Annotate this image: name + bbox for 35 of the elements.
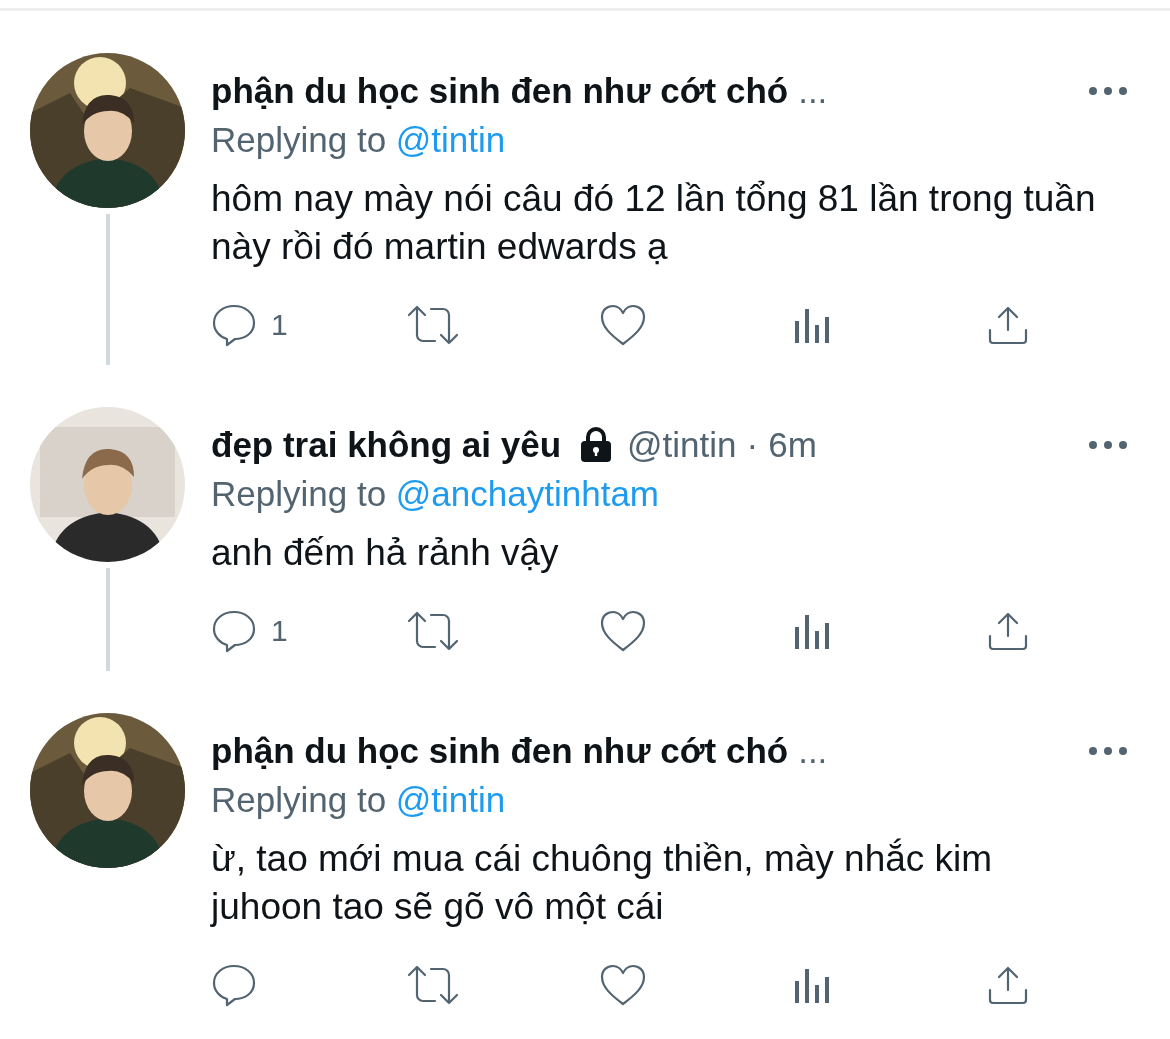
more-icon[interactable] [1088,440,1128,450]
mention-link[interactable]: @anchaytinhtam [395,474,659,513]
reply-button[interactable]: 1 [211,607,288,655]
mention-link[interactable]: @tintin [395,780,506,819]
user-name: phận du học sinh đen như cớt chó [211,70,789,112]
user-name: phận du học sinh đen như cớt chó [211,730,789,772]
share-icon [987,610,1029,652]
name-ellipsis: ... [798,70,828,112]
user-handle: @tintin [627,424,737,466]
tweet-text: ừ, tao mới mua cái chuông thiền, mày nhắc kim juhoon tao sẽ gõ vô một cái [211,837,994,929]
retweet-icon [405,963,461,1007]
retweet-icon [405,609,461,653]
replying-to-label: Replying to [211,474,387,513]
separator: · [746,424,759,466]
timestamp: 6m [768,424,817,466]
name-ellipsis: ... [798,730,828,772]
lock-icon [579,427,614,463]
heart-icon [599,609,647,653]
heart-icon [599,963,647,1007]
share-icon [987,964,1029,1006]
heart-icon [599,303,647,347]
mention-link[interactable]: @tintin [395,120,506,159]
reply-icon [211,303,257,347]
more-icon[interactable] [1088,86,1128,96]
retweet-icon [405,303,461,347]
tweet-text: hôm nay mày nói câu đó 12 lần tổng 81 lần trong tuần này rồi đó martin edwards ạ [211,177,1097,269]
share-icon [987,304,1029,346]
user-name: đẹp trai không ai yêu [211,424,562,466]
more-icon[interactable] [1088,746,1128,756]
reply-icon [211,963,257,1007]
replying-to-label: Replying to [211,780,387,819]
reply-button[interactable]: 1 [211,301,288,349]
tweet-text: anh đếm hả rảnh vậy [211,531,560,575]
reply-icon [211,609,257,653]
replying-to-label: Replying to [211,120,387,159]
